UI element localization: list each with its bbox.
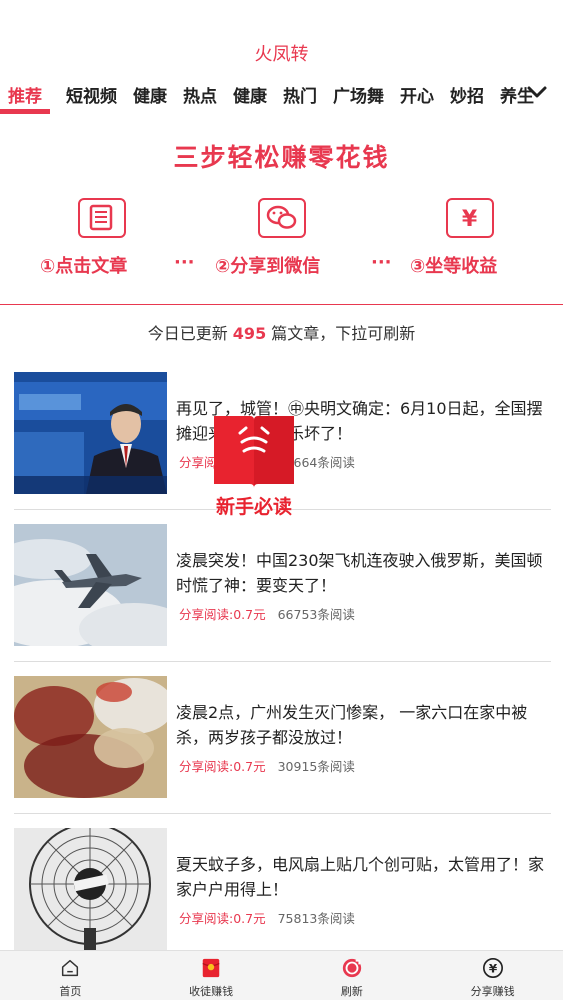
red-book-icon [214,416,294,488]
nav-home[interactable]: 首页 [0,951,141,1000]
article-meta: 分享阅读:0.7元 66753条阅读 [179,604,355,623]
nav-home-label: 首页 [59,985,82,998]
article-thumbnail-news-anchor[interactable] [14,372,167,494]
nav-recruit-label: 收徒赚钱 [189,985,234,998]
tab-recommend[interactable]: 推荐 [0,78,50,114]
share-reward: 分享阅读:0.7元 [179,911,266,926]
update-suffix: 篇文章，下拉可刷新 [271,324,416,343]
yen-coin-icon: ¥ [482,958,503,978]
step-separator: ··· [174,252,195,273]
red-envelope-icon [202,958,220,978]
article-title[interactable]: 凌晨2点，广州发生灭门惨案， 一家六口在家中被杀，两岁孩子都没放过！ [176,700,556,750]
tab-popular[interactable]: 热门 [283,78,317,114]
earn-money-banner: 三步轻松赚零花钱 ¥ ①点击文章 ··· ②分享到微信 ··· ③坐等收益 [0,120,563,305]
svg-text:¥: ¥ [462,207,478,232]
yen-icon: ¥ [446,198,494,238]
article-icon [78,198,126,238]
nav-share-earn[interactable]: ¥ 分享赚钱 [422,951,563,1000]
tab-health-2[interactable]: 健康 [233,78,267,114]
bottom-navigation: 首页 收徒赚钱 刷新 ¥ 分享赚钱 [0,950,563,1000]
tab-tips[interactable]: 妙招 [450,78,484,114]
banner-title: 三步轻松赚零花钱 [173,143,390,172]
step-2-label: ②分享到微信 [215,256,321,277]
article-thumbnail-electric-fan[interactable] [14,828,167,950]
article-title[interactable]: 夏天蚊子多，电风扇上贴几个创可贴，太管用了！家家户户用得上！ [176,852,556,902]
newbie-guide-label: 新手必读 [215,496,292,518]
article-thumbnail-fighter-jet[interactable] [14,524,167,646]
update-count: 495 [232,324,267,343]
tab-health[interactable]: 健康 [133,78,167,114]
category-tabs: 推荐 短视频 健康 热点 健康 热门 广场舞 开心 妙招 养生 [0,78,563,118]
article-title[interactable]: 凌晨突发！中国230架飞机连夜驶入俄罗斯，美国顿时慌了神：要变天了！ [176,548,556,598]
step-1-label: ①点击文章 [40,256,128,277]
article-meta: 分享阅读:0.7元 75813条阅读 [179,908,355,927]
newbie-guide-button[interactable]: 新手必读 [206,408,302,518]
tab-happy[interactable]: 开心 [400,78,434,114]
read-count: 75813条阅读 [277,911,355,926]
step-3-label: ③坐等收益 [410,256,498,277]
refresh-icon [342,958,362,978]
nav-share-label: 分享赚钱 [470,985,515,998]
nav-refresh-label: 刷新 [340,985,363,998]
read-count: 66753条阅读 [277,607,355,622]
tab-hot-topics[interactable]: 热点 [183,78,217,114]
article-thumbnail-blurred-scene[interactable] [14,676,167,798]
article-item[interactable]: 夏天蚊子多，电风扇上贴几个创可贴，太管用了！家家户户用得上！ 分享阅读:0.7元… [14,814,551,966]
svg-text:¥: ¥ [488,962,497,976]
app-title: 火凤转 [254,44,309,65]
share-reward: 分享阅读:0.7元 [179,607,266,622]
update-prefix: 今日已更新 [147,324,228,343]
article-item[interactable]: 凌晨2点，广州发生灭门惨案， 一家六口在家中被杀，两岁孩子都没放过！ 分享阅读:… [14,662,551,814]
chevron-down-icon[interactable] [525,80,549,104]
article-meta: 分享阅读:0.7元 30915条阅读 [179,756,355,775]
article-item[interactable]: 凌晨突发！中国230架飞机连夜驶入俄罗斯，美国顿时慌了神：要变天了！ 分享阅读:… [14,510,551,662]
tab-short-video[interactable]: 短视频 [66,78,117,114]
read-count: 30915条阅读 [277,759,355,774]
nav-refresh[interactable]: 刷新 [282,951,423,1000]
share-reward: 分享阅读:0.7元 [179,759,266,774]
home-icon [62,959,79,977]
step-separator: ··· [371,252,392,273]
wechat-icon [258,198,306,238]
nav-recruit-earn[interactable]: 收徒赚钱 [141,951,282,1000]
tab-square-dance[interactable]: 广场舞 [333,78,384,114]
update-notice: 今日已更新 495 篇文章，下拉可刷新 [0,320,563,344]
